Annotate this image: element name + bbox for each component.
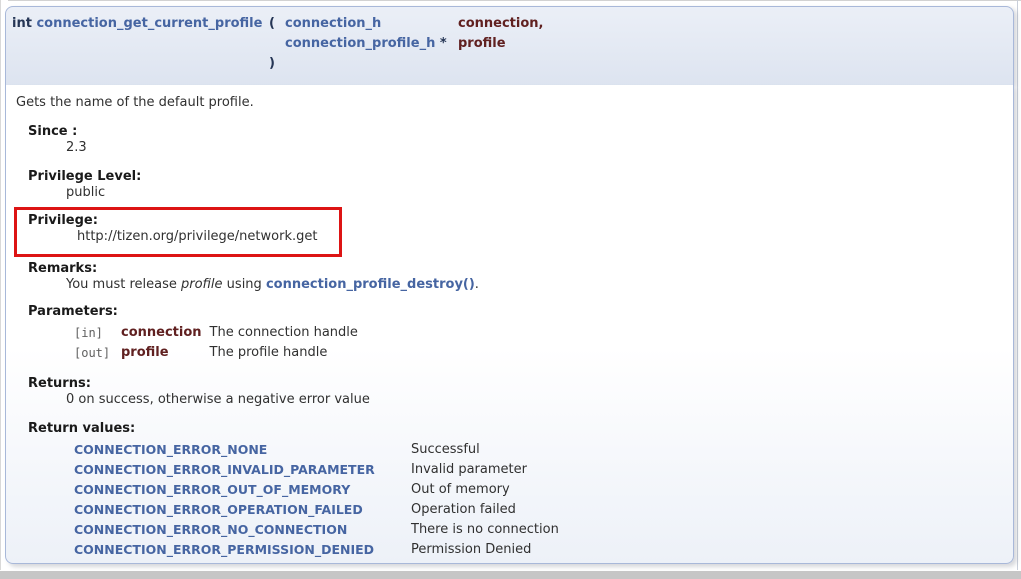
- function-prototype-header: int connection_get_current_profile ( con…: [5, 6, 1014, 85]
- privilege-value: http://tizen.org/privilege/network.get: [77, 229, 339, 245]
- remarks-text-middle: using: [223, 277, 266, 292]
- return-values-section: Return values: CONNECTION_ERROR_NONE Suc…: [28, 421, 1003, 560]
- privilege-level-label: Privilege Level:: [28, 169, 1003, 185]
- remarks-label: Remarks:: [28, 261, 1003, 277]
- function-name: connection_get_current_profile: [36, 16, 262, 31]
- spacer-cell: [12, 54, 269, 74]
- error-code-description: Operation failed: [411, 500, 567, 520]
- error-code-description: Invalid parameter: [411, 460, 567, 480]
- privilege-level-value: public: [66, 185, 1003, 201]
- since-label: Since :: [28, 124, 1003, 140]
- param-description: The connection handle: [210, 323, 366, 343]
- error-code-description: Permission Denied: [411, 540, 567, 560]
- doc-page: int connection_get_current_profile ( con…: [0, 0, 1021, 579]
- page-top-divider: [8, 0, 1021, 1]
- signature-table: int connection_get_current_profile ( con…: [12, 14, 543, 74]
- param1-type-link[interactable]: connection_h: [285, 16, 381, 31]
- param-direction: [out]: [74, 343, 121, 363]
- signature-row-3: ): [12, 54, 543, 74]
- returns-label: Returns:: [28, 376, 1003, 392]
- parameters-table-wrap: [in] connection The connection handle [o…: [66, 323, 1003, 363]
- error-code-cell: CONNECTION_ERROR_NO_CONNECTION: [74, 520, 411, 540]
- spacer-cell: [12, 34, 269, 54]
- open-paren: (: [269, 14, 285, 34]
- param-description: The profile handle: [210, 343, 366, 363]
- page-right-border: [1017, 0, 1018, 570]
- bottom-gray-bar: [0, 571, 1021, 579]
- pointer-symbol: *: [440, 36, 447, 51]
- parameters-label: Parameters:: [28, 304, 1003, 320]
- signature-row-1: int connection_get_current_profile ( con…: [12, 14, 543, 34]
- remarks-text-after: .: [475, 277, 479, 292]
- parameter-row: [out] profile The profile handle: [74, 343, 366, 363]
- return-type: int: [12, 16, 32, 31]
- destroy-function-link[interactable]: connection_profile_destroy(): [266, 277, 475, 292]
- param-name: profile: [121, 343, 210, 363]
- param2-type-cell: connection_profile_h *: [285, 34, 458, 54]
- error-code-cell: CONNECTION_ERROR_OPERATION_FAILED: [74, 500, 411, 520]
- remarks-text-before: You must release: [66, 277, 181, 292]
- param-name: connection: [121, 323, 210, 343]
- return-value-row: CONNECTION_ERROR_INVALID_PARAMETER Inval…: [74, 460, 567, 480]
- privilege-level-section: Privilege Level: public: [28, 169, 1003, 201]
- param2-type-link[interactable]: connection_profile_h: [285, 36, 435, 51]
- since-value: 2.3: [66, 140, 1003, 156]
- parameters-table: [in] connection The connection handle [o…: [74, 323, 366, 363]
- return-values-table-wrap: CONNECTION_ERROR_NONE Successful CONNECT…: [66, 440, 1003, 560]
- error-code-cell: CONNECTION_ERROR_PERMISSION_DENIED: [74, 540, 411, 560]
- page-left-border: [0, 0, 1, 570]
- error-code-cell: CONNECTION_ERROR_INVALID_PARAMETER: [74, 460, 411, 480]
- function-name-cell: int connection_get_current_profile: [12, 14, 269, 34]
- return-value-row: CONNECTION_ERROR_OUT_OF_MEMORY Out of me…: [74, 480, 567, 500]
- return-value-row: CONNECTION_ERROR_PERMISSION_DENIED Permi…: [74, 540, 567, 560]
- since-section: Since : 2.3: [28, 124, 1003, 156]
- remarks-text: You must release profile using connectio…: [66, 277, 1003, 293]
- return-values-table: CONNECTION_ERROR_NONE Successful CONNECT…: [74, 440, 567, 560]
- error-code-link[interactable]: CONNECTION_ERROR_PERMISSION_DENIED: [74, 542, 374, 557]
- privilege-highlight-box: Privilege: http://tizen.org/privilege/ne…: [14, 207, 342, 257]
- spacer-cell: [269, 34, 285, 54]
- error-code-description: Out of memory: [411, 480, 567, 500]
- param1-type-cell: connection_h: [285, 14, 458, 34]
- parameter-row: [in] connection The connection handle: [74, 323, 366, 343]
- privilege-section: Privilege: http://tizen.org/privilege/ne…: [28, 213, 339, 245]
- function-description: Gets the name of the default profile.: [16, 95, 1003, 111]
- param1-name-cell: connection,: [458, 14, 543, 34]
- remarks-italic-term: profile: [181, 277, 223, 292]
- param2-name-cell: profile: [458, 34, 543, 54]
- param1-name: connection,: [458, 16, 543, 31]
- error-code-description: Successful: [411, 440, 567, 460]
- return-values-label: Return values:: [28, 421, 1003, 437]
- spacer-cell: [458, 54, 543, 74]
- parameters-section: Parameters: [in] connection The connecti…: [28, 304, 1003, 363]
- returns-section: Returns: 0 on success, otherwise a negat…: [28, 376, 1003, 408]
- privilege-label: Privilege:: [28, 213, 339, 229]
- error-code-description: There is no connection: [411, 520, 567, 540]
- return-value-row: CONNECTION_ERROR_NONE Successful: [74, 440, 567, 460]
- error-code-link[interactable]: CONNECTION_ERROR_INVALID_PARAMETER: [74, 462, 375, 477]
- returns-value: 0 on success, otherwise a negative error…: [66, 392, 1003, 408]
- signature-row-2: connection_profile_h * profile: [12, 34, 543, 54]
- param-direction: [in]: [74, 323, 121, 343]
- spacer-cell: [285, 54, 458, 74]
- return-value-row: CONNECTION_ERROR_NO_CONNECTION There is …: [74, 520, 567, 540]
- error-code-cell: CONNECTION_ERROR_NONE: [74, 440, 411, 460]
- error-code-link[interactable]: CONNECTION_ERROR_OUT_OF_MEMORY: [74, 482, 350, 497]
- close-paren: ): [269, 54, 285, 74]
- error-code-cell: CONNECTION_ERROR_OUT_OF_MEMORY: [74, 480, 411, 500]
- return-value-row: CONNECTION_ERROR_OPERATION_FAILED Operat…: [74, 500, 567, 520]
- function-doc-body: Gets the name of the default profile. Si…: [5, 85, 1014, 564]
- error-code-link[interactable]: CONNECTION_ERROR_OPERATION_FAILED: [74, 502, 363, 517]
- remarks-section: Remarks: You must release profile using …: [28, 261, 1003, 293]
- error-code-link[interactable]: CONNECTION_ERROR_NONE: [74, 442, 267, 457]
- error-code-link[interactable]: CONNECTION_ERROR_NO_CONNECTION: [74, 522, 347, 537]
- param2-name: profile: [458, 36, 506, 51]
- function-doc-block: int connection_get_current_profile ( con…: [5, 6, 1014, 564]
